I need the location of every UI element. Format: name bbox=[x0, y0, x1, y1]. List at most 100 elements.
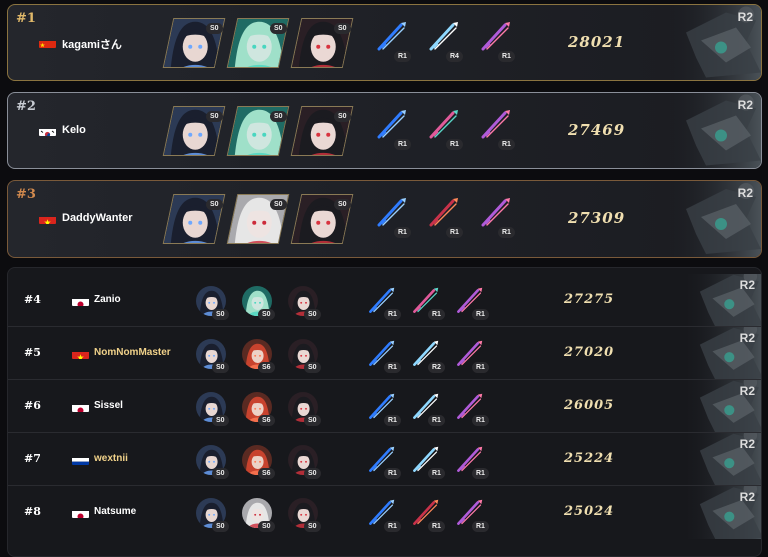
refinement-badge: R1 bbox=[472, 309, 489, 320]
country-flag-icon bbox=[72, 401, 89, 412]
refinement-badge: R2 bbox=[428, 362, 445, 373]
weapon-icon[interactable] bbox=[374, 196, 408, 230]
refinement-badge: R1 bbox=[498, 227, 515, 238]
weapon-icon[interactable] bbox=[426, 196, 460, 230]
country-flag-icon bbox=[39, 125, 56, 136]
table-row[interactable]: #7 wextnii S0 S6 S0 R1 R1 R1 25224 R2 bbox=[8, 425, 761, 493]
refinement-badge: R1 bbox=[394, 227, 411, 238]
eidolon-badge: S6 bbox=[258, 362, 275, 373]
refinement-badge: R1 bbox=[472, 521, 489, 532]
eidolon-badge: S0 bbox=[334, 199, 351, 210]
player-name[interactable]: kagamiさん bbox=[62, 36, 122, 52]
weapon-icon[interactable] bbox=[478, 196, 512, 230]
rank-tier-badge: R2 bbox=[739, 278, 755, 292]
player-name[interactable]: Kelo bbox=[62, 124, 86, 136]
rank-tier-badge: R2 bbox=[737, 98, 753, 112]
rank-number: #6 bbox=[24, 399, 41, 412]
refinement-badge: R1 bbox=[384, 415, 401, 426]
score-value: 25224 bbox=[564, 451, 615, 466]
refinement-badge: R1 bbox=[384, 468, 401, 479]
eidolon-badge: S0 bbox=[206, 111, 223, 122]
eidolon-badge: S0 bbox=[258, 521, 275, 532]
player-name[interactable]: Zanio bbox=[94, 294, 121, 305]
refinement-badge: R1 bbox=[384, 309, 401, 320]
refinement-badge: R1 bbox=[384, 362, 401, 373]
refinement-badge: R1 bbox=[498, 51, 515, 62]
rank-tier-badge: R2 bbox=[737, 186, 753, 200]
rank-number: #2 bbox=[16, 99, 36, 114]
refinement-badge: R1 bbox=[394, 139, 411, 150]
player-name[interactable]: Sissel bbox=[94, 400, 123, 411]
weapon-icon[interactable] bbox=[478, 108, 512, 142]
eidolon-badge: S0 bbox=[212, 362, 229, 373]
eidolon-badge: S0 bbox=[212, 468, 229, 479]
rank-tier-badge: R2 bbox=[739, 384, 755, 398]
player-name[interactable]: wextnii bbox=[94, 453, 128, 464]
eidolon-badge: S0 bbox=[212, 415, 229, 426]
player-name[interactable]: DaddyWanter bbox=[62, 212, 133, 224]
score-value: 26005 bbox=[564, 398, 615, 413]
score-value: 25024 bbox=[564, 504, 615, 519]
refinement-badge: R1 bbox=[446, 139, 463, 150]
rank-number: #3 bbox=[16, 187, 36, 202]
refinement-badge: R1 bbox=[428, 521, 445, 532]
eidolon-badge: S0 bbox=[270, 23, 287, 34]
refinement-badge: R1 bbox=[384, 521, 401, 532]
country-flag-icon bbox=[39, 213, 56, 224]
score-value: 28021 bbox=[568, 33, 626, 51]
weapon-icon[interactable] bbox=[478, 20, 512, 54]
rank-tier-badge: R2 bbox=[739, 331, 755, 345]
score-value: 27020 bbox=[564, 345, 615, 360]
eidolon-badge: S0 bbox=[270, 111, 287, 122]
score-value: 27469 bbox=[568, 121, 626, 139]
country-flag-icon bbox=[72, 295, 89, 306]
score-value: 27275 bbox=[564, 292, 615, 307]
eidolon-badge: S0 bbox=[304, 468, 321, 479]
eidolon-badge: S0 bbox=[212, 521, 229, 532]
rank-tier-badge: R2 bbox=[739, 437, 755, 451]
refinement-badge: R1 bbox=[428, 309, 445, 320]
weapon-icon[interactable] bbox=[426, 108, 460, 142]
eidolon-badge: S0 bbox=[334, 111, 351, 122]
country-flag-icon bbox=[72, 348, 89, 359]
eidolon-badge: S0 bbox=[304, 309, 321, 320]
weapon-icon[interactable] bbox=[426, 20, 460, 54]
rank-tier-badge: R2 bbox=[739, 490, 755, 504]
refinement-badge: R4 bbox=[446, 51, 463, 62]
rank-number: #4 bbox=[24, 293, 41, 306]
eidolon-badge: S6 bbox=[258, 415, 275, 426]
rank-tier-badge: R2 bbox=[737, 10, 753, 24]
eidolon-badge: S0 bbox=[334, 23, 351, 34]
leaderboard-card-rank-2[interactable]: #2 Kelo S0 S0 S0 R1 R1 R1 27469 R2 bbox=[7, 92, 762, 169]
eidolon-badge: S0 bbox=[212, 309, 229, 320]
refinement-badge: R1 bbox=[446, 227, 463, 238]
rank-number: #5 bbox=[24, 346, 41, 359]
weapon-icon[interactable] bbox=[374, 108, 408, 142]
eidolon-badge: S0 bbox=[206, 199, 223, 210]
country-flag-icon bbox=[39, 37, 56, 48]
table-row[interactable]: #8 Natsume S0 S0 S0 R1 R1 R1 25024 R2 bbox=[8, 478, 761, 547]
player-name[interactable]: Natsume bbox=[94, 506, 136, 517]
eidolon-badge: S0 bbox=[258, 309, 275, 320]
rank-number: #8 bbox=[24, 505, 41, 518]
table-row[interactable]: #5 NomNomMaster S0 S6 S0 R1 R2 R1 27020 bbox=[8, 319, 761, 387]
refinement-badge: R1 bbox=[428, 468, 445, 479]
country-flag-icon bbox=[72, 454, 89, 465]
refinement-badge: R1 bbox=[428, 415, 445, 426]
refinement-badge: R1 bbox=[498, 139, 515, 150]
eidolon-badge: S0 bbox=[304, 415, 321, 426]
rank-number: #7 bbox=[24, 452, 41, 465]
refinement-badge: R1 bbox=[472, 468, 489, 479]
table-row[interactable]: #4 Zanio S0 S0 S0 R1 R1 R1 27275 R2 bbox=[8, 268, 761, 334]
weapon-icon[interactable] bbox=[374, 20, 408, 54]
leaderboard-card-rank-3[interactable]: #3 DaddyWanter S0 S0 S0 R1 R1 R1 27309 R… bbox=[7, 180, 762, 258]
eidolon-badge: S6 bbox=[258, 468, 275, 479]
refinement-badge: R1 bbox=[472, 362, 489, 373]
score-value: 27309 bbox=[568, 209, 626, 227]
refinement-badge: R1 bbox=[472, 415, 489, 426]
eidolon-badge: S0 bbox=[304, 521, 321, 532]
table-row[interactable]: #6 Sissel S0 S6 S0 R1 R1 R1 26005 R2 bbox=[8, 372, 761, 440]
leaderboard-card-rank-1[interactable]: #1 kagamiさん S0 S0 S0 R1 R4 R1 28021 R2 bbox=[7, 4, 762, 81]
player-name[interactable]: NomNomMaster bbox=[94, 347, 171, 358]
eidolon-badge: S0 bbox=[206, 23, 223, 34]
